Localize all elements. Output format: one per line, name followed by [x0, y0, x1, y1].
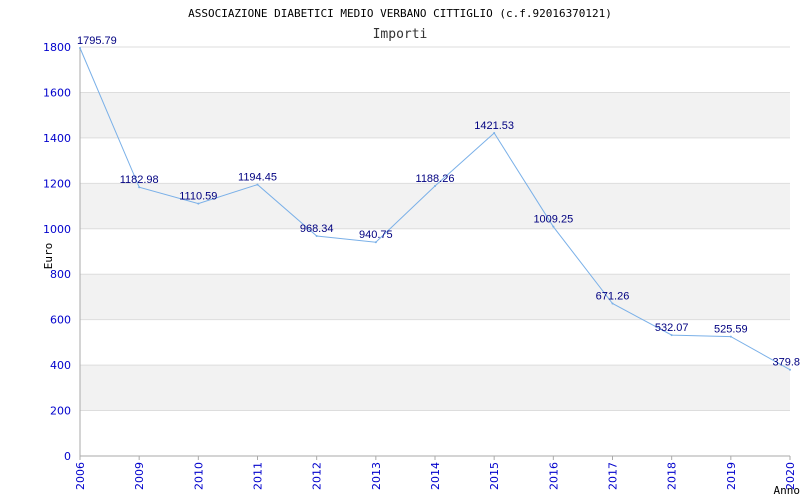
data-label: 379.8: [772, 357, 800, 369]
data-point: [789, 368, 791, 371]
data-label: 1188.26: [416, 173, 455, 185]
grid-bands: [80, 46, 790, 457]
y-tick-label: 400: [50, 359, 71, 372]
data-label: 671.26: [596, 290, 630, 302]
data-label: 1110.59: [179, 191, 217, 203]
data-point: [138, 186, 141, 189]
x-tick-label: 2015: [488, 462, 501, 490]
data-label: 1421.53: [474, 120, 514, 132]
data-label: 968.34: [300, 223, 334, 235]
x-tick-label: 2011: [252, 462, 265, 490]
data-point: [197, 202, 200, 205]
x-tick-label: 2014: [429, 462, 442, 490]
x-tick-label: 2013: [370, 462, 383, 490]
x-tick-labels: 2006 2009 2010 2011 2012 2013 2014 2015 2016 2017…: [74, 462, 797, 490]
x-tick-label: 2012: [311, 462, 324, 490]
x-tick-label: 2009: [133, 462, 146, 490]
data-label: 940.75: [359, 229, 393, 241]
y-tick-label: 600: [50, 314, 71, 327]
x-tick-label: 2019: [725, 462, 738, 490]
y-tick-label: 1400: [43, 132, 71, 145]
data-point: [256, 183, 259, 186]
y-tick-label: 1600: [43, 86, 71, 99]
y-tick-label: 1200: [43, 177, 71, 190]
grid-band: [80, 92, 790, 138]
data-label: 532.07: [655, 322, 689, 334]
data-point: [315, 234, 318, 237]
x-tick-label: 2010: [192, 462, 205, 490]
x-tick-label: 2018: [666, 462, 679, 490]
data-point: [374, 241, 377, 244]
chart-subtitle: Importi: [373, 27, 428, 42]
chart-title: ASSOCIAZIONE DIABETICI MEDIO VERBANO CIT…: [188, 7, 612, 20]
data-point: [79, 46, 81, 49]
x-tick-label: 2016: [547, 462, 560, 490]
data-label: 1009.25: [533, 214, 573, 226]
y-tick-label: 1800: [43, 41, 71, 54]
grid-band: [80, 274, 790, 320]
data-label: 1795.79: [77, 35, 117, 47]
data-point: [670, 334, 673, 337]
data-point: [552, 225, 555, 228]
data-label: 1182.98: [120, 174, 159, 186]
data-point: [729, 335, 732, 338]
y-tick-label: 200: [50, 405, 71, 418]
line-chart: ASSOCIAZIONE DIABETICI MEDIO VERBANO CIT…: [42, 7, 800, 497]
data-point: [611, 302, 614, 305]
x-tick-label: 2006: [74, 462, 87, 490]
grid-band: [80, 365, 790, 411]
data-label: 1194.45: [238, 172, 277, 184]
y-axis-label: Euro: [42, 243, 55, 270]
y-tick-label: 1000: [43, 223, 71, 236]
y-tick-label: 0: [64, 450, 71, 463]
x-axis-label: Anno: [774, 484, 800, 497]
data-label: 525.59: [714, 324, 748, 336]
x-tick-label: 2017: [607, 462, 620, 490]
data-point: [434, 185, 436, 188]
data-point: [493, 131, 496, 134]
